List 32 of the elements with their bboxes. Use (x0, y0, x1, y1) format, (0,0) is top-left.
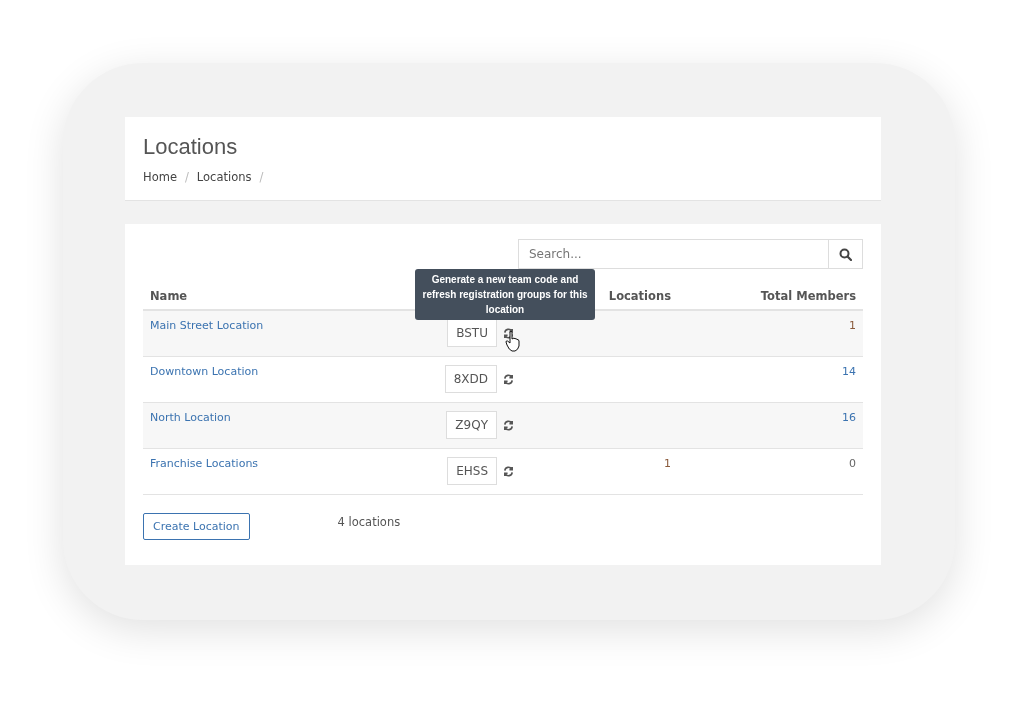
refresh-icon[interactable] (503, 466, 514, 477)
location-count: 4 locations (337, 514, 401, 529)
column-header: Total Members (759, 289, 857, 303)
page-title: Locations (143, 134, 239, 160)
location-link[interactable]: North Location (150, 411, 231, 424)
create-location-button[interactable]: Create Location (143, 513, 250, 540)
breadcrumb-link[interactable]: Locations (196, 170, 252, 184)
search-field[interactable]: Search... (518, 239, 829, 269)
breadcrumb-link[interactable]: Home (143, 170, 177, 184)
members-link[interactable]: 14 (842, 365, 856, 378)
column-header: Locations (607, 289, 672, 303)
location-link[interactable]: Downtown Location (150, 365, 259, 378)
search-button[interactable] (829, 239, 863, 269)
table-cell: 0 (849, 457, 856, 470)
tooltip: Generate a new team code and refresh registration groups for this location (415, 269, 595, 320)
members-link[interactable]: 16 (842, 411, 856, 424)
team-code-field: EHSS (447, 457, 497, 485)
breadcrumb-separator: / (259, 170, 264, 184)
location-link[interactable]: Main Street Location (150, 319, 264, 332)
team-code-field: Z9QY (446, 411, 497, 439)
table-cell: 1 (664, 457, 671, 470)
refresh-icon[interactable] (503, 420, 514, 431)
column-header: Name (149, 289, 189, 303)
refresh-icon[interactable] (503, 374, 514, 385)
refresh-icon[interactable] (503, 328, 514, 339)
team-code-field: 8XDD (444, 365, 497, 393)
table-cell: 1 (849, 319, 856, 332)
search-icon (839, 247, 852, 261)
team-code-field: BSTU (447, 319, 497, 347)
breadcrumb-separator: / (184, 170, 189, 184)
location-link[interactable]: Franchise Locations (150, 457, 259, 470)
hand-cursor-icon (505, 330, 521, 352)
